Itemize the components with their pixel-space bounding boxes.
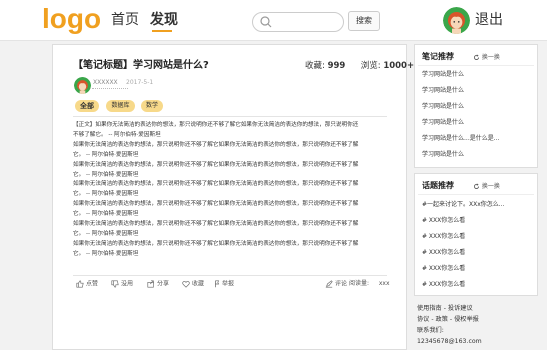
tag-all[interactable]: 全部 (75, 100, 99, 112)
views-label: 浏览: (360, 61, 381, 71)
notes-item[interactable]: 学习网站是什么 (422, 103, 464, 111)
logo[interactable]: logo (42, 2, 101, 36)
report-button[interactable]: 举报 (214, 280, 234, 289)
search-button[interactable]: 搜索 (348, 11, 380, 31)
content-line: 不够了解它。 -- 阿尔伯特·爱因斯坦 (73, 131, 161, 138)
refresh-icon (473, 54, 480, 61)
report-icon (215, 280, 220, 288)
logout-link[interactable]: 退出 (475, 11, 503, 29)
notes-item[interactable]: 学习网站是什么 (422, 119, 464, 127)
review-label: 评论 (335, 280, 348, 288)
author-avatar[interactable] (74, 77, 91, 94)
notes-item[interactable]: 学习网站是什么 (422, 87, 464, 95)
content-line: 如果你无法简洁的表达你的想法，那只说明你还不够了解它如果你无法简洁的表达你的想法… (73, 141, 359, 148)
notes-item[interactable]: 学习网站是什么...是什么是... (422, 135, 499, 143)
dislike-icon (111, 280, 119, 288)
report-label: 举报 (222, 280, 235, 288)
read-value: xxx (378, 280, 390, 287)
post-stats: 收藏: 999 浏览: 1000+ (305, 60, 414, 72)
notes-item[interactable]: 学习网站是什么 (422, 151, 464, 159)
like-button[interactable]: 点赞 (76, 280, 98, 289)
topics-recommend-title: 话题推荐 (422, 181, 454, 190)
notes-item[interactable]: 学习网站是什么 (422, 71, 464, 79)
content-line: 它。 -- 阿尔伯特·爱因斯坦 (73, 171, 139, 178)
author-name[interactable]: XXXXXX (93, 79, 118, 87)
footer-email[interactable]: 12345678@163.com (417, 337, 482, 346)
views-count: 1000+ (383, 61, 415, 71)
topic-item[interactable]: # XXX你怎么看 (422, 249, 465, 257)
read-count: 阅读量: xxx (349, 280, 390, 288)
topic-item[interactable]: #一起来讨论下。XXx你怎么... (422, 201, 505, 209)
share-button[interactable]: 分享 (147, 280, 169, 289)
content-line: 【正文】如果你无法简洁的表达你的想法，那只说明你还不够了解它如果你无法简洁的表达… (73, 122, 359, 128)
content-line: 如果你无法简洁的表达你的想法，那只说明你还不够了解它如果你无法简洁的表达你的想法… (73, 240, 359, 247)
nav-home[interactable]: 首页 (111, 11, 139, 29)
notes-refresh-button[interactable]: 换一换 (473, 54, 500, 62)
content-line: 它。 -- 阿尔伯特·爱因斯坦 (73, 250, 139, 257)
post-date: 2017-5-1 (126, 79, 154, 86)
content-line: 如果你无法简洁的表达你的想法，那只说明你还不够了解它如果你无法简洁的表达你的想法… (73, 201, 359, 208)
tag-database[interactable]: 数据库 (106, 100, 135, 112)
footer-policy-links[interactable]: 协议 - 政策 - 侵权举报 (417, 315, 479, 324)
favorites-label: 收藏: (305, 61, 325, 71)
avatar[interactable] (443, 7, 470, 34)
like-label: 点赞 (86, 280, 99, 288)
divider (418, 65, 534, 66)
topics-refresh-button[interactable]: 换一换 (473, 183, 500, 191)
notes-recommend-title: 笔记推荐 (422, 52, 454, 61)
divider (418, 194, 534, 195)
refresh-icon (473, 183, 480, 190)
footer-guide-links[interactable]: 使用指南 - 投诉建议 (417, 304, 473, 313)
share-icon (147, 280, 154, 288)
collect-button[interactable]: 收藏 (182, 280, 204, 289)
review-button[interactable]: 评论 (325, 280, 347, 289)
dislike-label: 没用 (121, 280, 134, 288)
content-line: 它。 -- 阿尔伯特·爱因斯坦 (73, 151, 139, 158)
favorites-count: 999 (327, 61, 346, 71)
topic-item[interactable]: # XXX你怎么看 (422, 217, 465, 225)
content-line: 如果你无法简洁的表达你的想法，那只说明你还不够了解它如果你无法简洁的表达你的想法… (73, 221, 359, 228)
tag-math[interactable]: 数学 (141, 100, 163, 112)
nav-active-indicator (152, 30, 172, 32)
post-content: 【正文】如果你无法简洁的表达你的想法，那只说明你还不够了解它如果你无法简洁的表达… (73, 121, 395, 260)
content-line: 它。 -- 阿尔伯特·爱因斯坦 (73, 211, 139, 218)
edit-icon (325, 280, 333, 288)
topics-refresh-label: 换一换 (481, 183, 500, 190)
divider (73, 116, 387, 117)
share-label: 分享 (157, 280, 170, 288)
notes-refresh-label: 换一换 (481, 54, 500, 61)
like-icon (76, 280, 84, 288)
content-line: 如果你无法简洁的表达你的想法，那只说明你还不够了解它如果你无法简洁的表达你的想法… (73, 161, 359, 168)
collect-label: 收藏 (192, 280, 205, 288)
footer-contact-label: 联系我们: (417, 327, 444, 334)
heart-icon (182, 281, 190, 288)
content-line: 它。 -- 阿尔伯特·爱因斯坦 (73, 191, 139, 198)
read-label: 阅读量: (349, 280, 370, 287)
nav-discover[interactable]: 发现 (150, 11, 178, 29)
dislike-button[interactable]: 没用 (111, 280, 133, 289)
topic-item[interactable]: # XXX你怎么看 (422, 233, 465, 241)
topic-item[interactable]: # XXX你怎么看 (422, 265, 465, 273)
author-underline (92, 88, 128, 90)
topic-item[interactable]: # XXX你怎么看 (422, 281, 465, 289)
post-title: 【笔记标题】学习网站是什么? (73, 60, 209, 71)
divider (73, 275, 387, 276)
content-line: 它。 -- 阿尔伯特·爱因斯坦 (73, 230, 139, 237)
search-icon (260, 16, 272, 28)
content-line: 如果你无法简洁的表达你的想法，那只说明你还不够了解它如果你无法简洁的表达你的想法… (73, 181, 359, 188)
